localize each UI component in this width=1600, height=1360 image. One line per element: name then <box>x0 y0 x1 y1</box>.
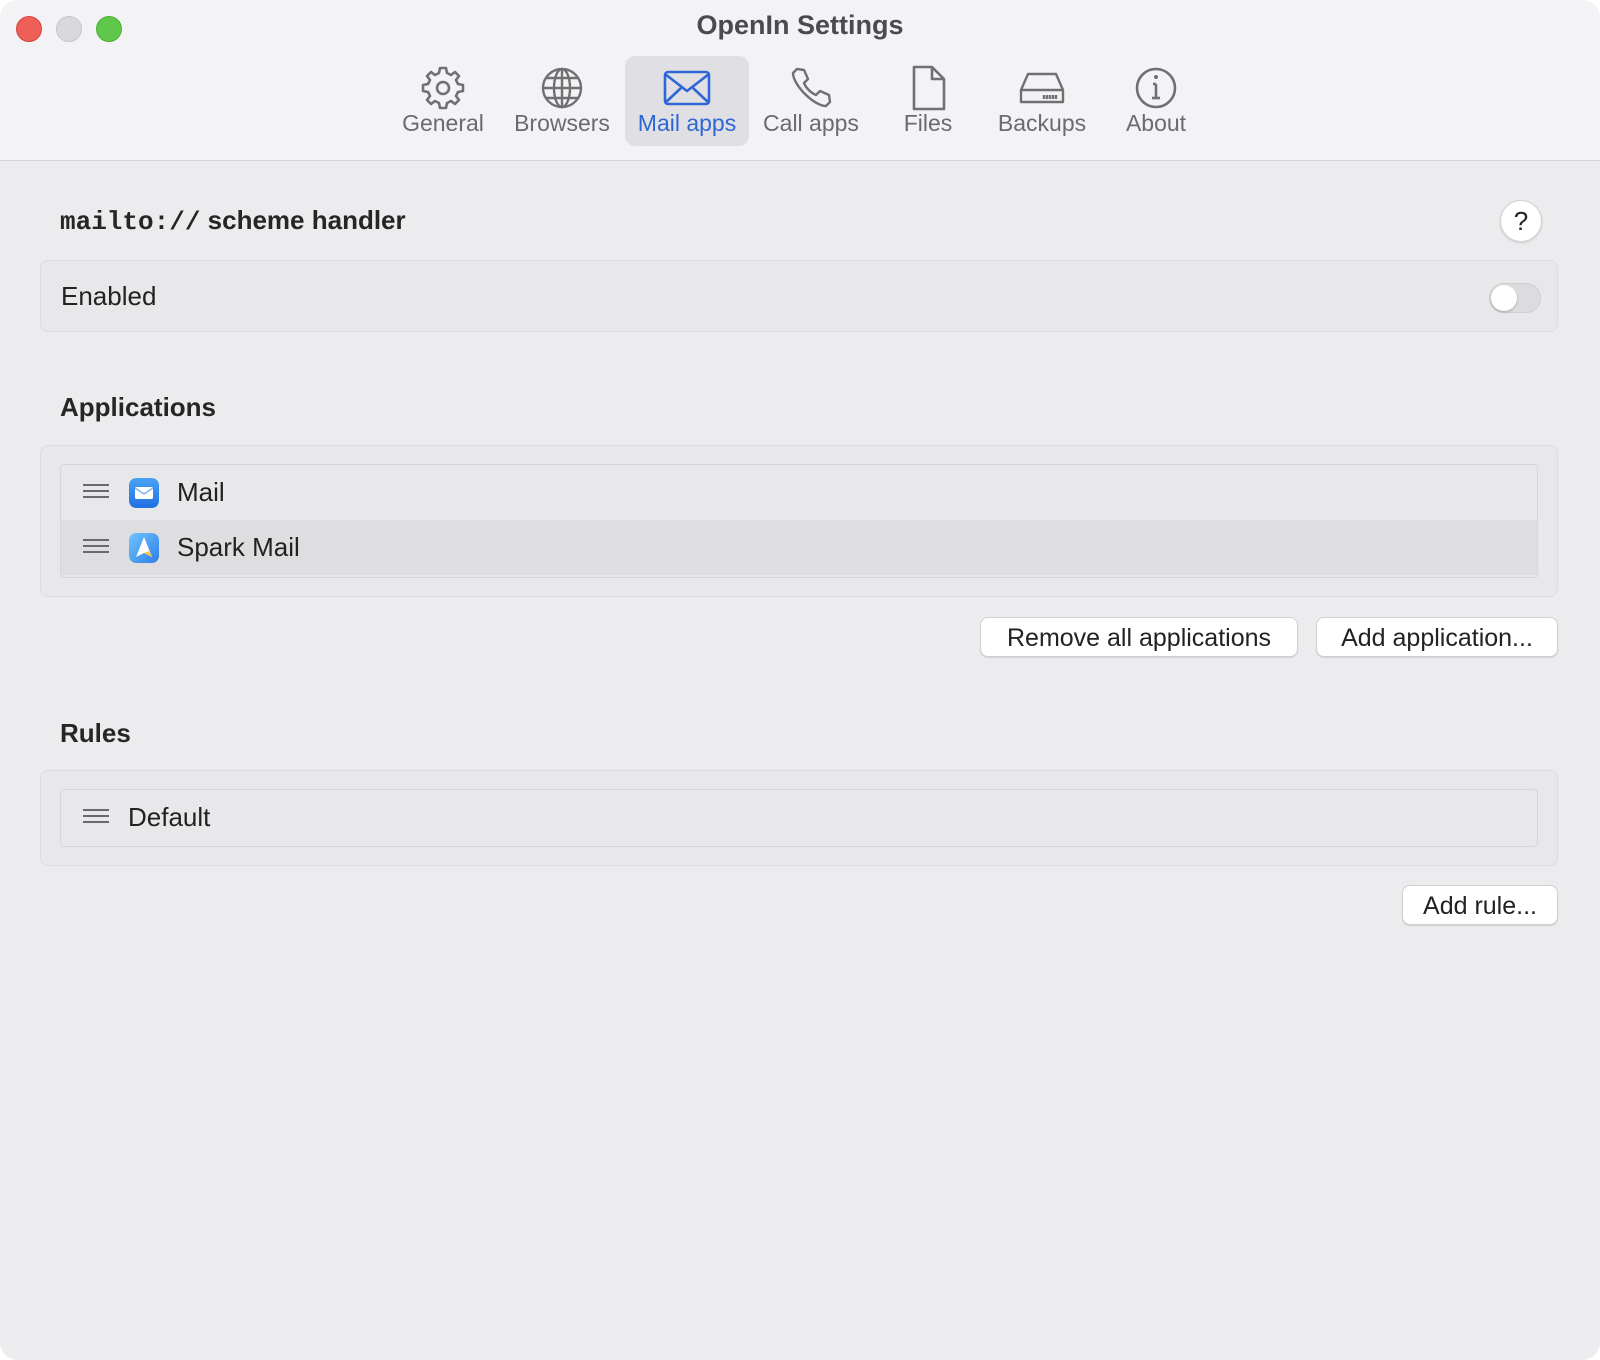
spark-mail-app-icon <box>129 533 159 563</box>
tab-mail-apps[interactable]: Mail apps <box>625 56 749 146</box>
tab-about-label: About <box>1125 110 1187 136</box>
enabled-label: Enabled <box>61 281 157 311</box>
drag-handle-icon[interactable] <box>83 539 109 555</box>
settings-window: OpenIn Settings General Browsers Mail ap… <box>0 0 1600 1360</box>
phone-icon <box>791 67 832 108</box>
applications-card: Mail Spark Mail <box>40 445 1558 597</box>
tab-general-label: General <box>402 110 484 136</box>
info-icon <box>1135 67 1177 109</box>
tab-general[interactable]: General <box>392 56 494 146</box>
gear-icon <box>421 66 465 110</box>
tab-files[interactable]: Files <box>878 56 978 146</box>
app-name: Mail <box>177 477 225 507</box>
remove-all-applications-button[interactable]: Remove all applications <box>980 617 1298 657</box>
rules-heading: Rules <box>60 718 131 748</box>
enabled-card: Enabled <box>40 260 1558 332</box>
tab-browsers-label: Browsers <box>514 110 610 136</box>
toggle-knob <box>1491 285 1517 311</box>
list-item[interactable]: Spark Mail <box>61 520 1537 575</box>
scheme-name: mailto:// <box>60 207 201 237</box>
document-icon <box>912 65 946 111</box>
mail-app-icon <box>129 478 159 508</box>
tab-mail-apps-label: Mail apps <box>637 110 737 136</box>
tab-files-label: Files <box>903 110 953 136</box>
add-application-button[interactable]: Add application... <box>1316 617 1558 657</box>
add-rule-button[interactable]: Add rule... <box>1402 885 1558 925</box>
drive-icon <box>1019 72 1065 104</box>
tab-backups[interactable]: Backups <box>986 56 1098 146</box>
app-name: Spark Mail <box>177 532 300 562</box>
handler-heading: mailto:// scheme handler <box>60 205 406 237</box>
rule-name: Default <box>128 802 211 832</box>
applications-heading: Applications <box>60 392 217 422</box>
tab-backups-label: Backups <box>997 110 1087 136</box>
handler-heading-suffix: scheme handler <box>200 205 406 235</box>
enabled-toggle[interactable] <box>1489 283 1541 313</box>
envelope-icon <box>663 70 711 106</box>
window-title: OpenIn Settings <box>696 10 904 40</box>
help-button[interactable]: ? <box>1500 200 1542 242</box>
tab-about[interactable]: About <box>1106 56 1206 146</box>
applications-list: Mail Spark Mail <box>60 464 1538 578</box>
tab-bar: General Browsers Mail apps Call apps Fil… <box>0 56 1600 146</box>
globe-icon <box>541 67 583 109</box>
drag-handle-icon[interactable] <box>83 809 109 825</box>
rules-list: Default <box>60 789 1538 847</box>
toolbar: OpenIn Settings General Browsers Mail ap… <box>0 0 1600 161</box>
list-item[interactable]: Default <box>61 790 1537 845</box>
drag-handle-icon[interactable] <box>83 484 109 500</box>
tab-call-apps[interactable]: Call apps <box>755 56 867 146</box>
tab-call-apps-label: Call apps <box>763 110 859 136</box>
rules-card: Default <box>40 770 1558 866</box>
tab-browsers[interactable]: Browsers <box>506 56 618 146</box>
list-item[interactable]: Mail <box>61 465 1537 520</box>
